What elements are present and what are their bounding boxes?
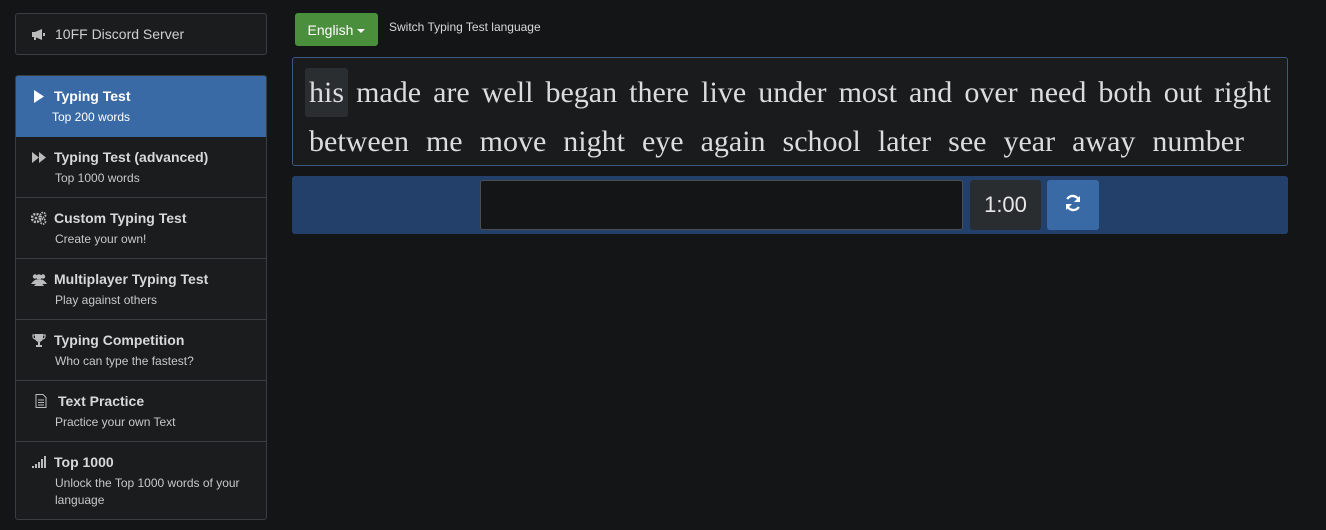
sidebar-item-multiplayer[interactable]: Multiplayer Typing Test Play against oth… <box>16 259 266 320</box>
timer: 1:00 <box>970 180 1041 230</box>
sidebar-item-subtitle: Create your own! <box>55 232 147 246</box>
word: need <box>1029 76 1087 109</box>
sidebar-item-subtitle: Practice your own Text <box>55 415 176 429</box>
sidebar-item-title: Multiplayer Typing Test <box>54 271 209 287</box>
word: live <box>701 76 747 109</box>
word: out <box>1163 76 1203 109</box>
sidebar-item-typing-test-advanced[interactable]: Typing Test (advanced) Top 1000 words <box>16 137 266 198</box>
current-word: his <box>305 68 349 117</box>
sidebar-item-typing-test[interactable]: Typing Test Top 200 words <box>16 76 266 137</box>
sidebar-item-typing-competition[interactable]: Typing Competition Who can type the fast… <box>16 320 266 381</box>
sidebar-item-subtitle: Top 200 words <box>52 110 131 124</box>
discord-server-label: 10FF Discord Server <box>55 26 185 42</box>
input-bar: 1:00 <box>292 176 1288 234</box>
word: well <box>481 76 534 109</box>
play-icon <box>31 89 47 103</box>
sidebar-item-text-practice[interactable]: Text Practice Practice your own Text <box>16 381 266 442</box>
language-dropdown-button[interactable]: English <box>295 13 378 46</box>
sidebar-item-title: Custom Typing Test <box>54 210 187 226</box>
word: me <box>425 125 463 158</box>
word: move <box>479 125 547 158</box>
words-line: his made are well began there live under most and… <box>305 68 1275 117</box>
sidebar-item-subtitle: Unlock the Top 1000 words of your langua… <box>55 476 240 507</box>
word: began <box>545 76 618 109</box>
refresh-icon <box>1063 193 1083 218</box>
gears-icon <box>31 211 47 225</box>
typing-input[interactable] <box>480 180 963 230</box>
words-panel: his made are well began there live under most and… <box>292 57 1288 166</box>
word: see <box>948 125 987 158</box>
word: later <box>877 125 932 158</box>
sidebar-item-subtitle: Play against others <box>55 293 158 307</box>
word: under <box>758 76 827 109</box>
discord-server-link[interactable]: 10FF Discord Server <box>15 13 267 55</box>
word: over <box>964 76 1018 109</box>
word: are <box>433 76 470 109</box>
word: again <box>700 125 766 158</box>
word: away <box>1072 125 1136 158</box>
word: right <box>1214 76 1271 109</box>
sidebar-item-custom-typing-test[interactable]: Custom Typing Test Create your own! <box>16 198 266 259</box>
sidebar-item-title: Typing Test <box>54 88 131 104</box>
word: there <box>629 76 690 109</box>
sidebar-item-subtitle: Top 1000 words <box>55 171 140 185</box>
word: number <box>1152 125 1245 158</box>
sidebar-item-title: Typing Competition <box>54 332 185 348</box>
megaphone-icon <box>31 27 47 41</box>
word: year <box>1003 125 1056 158</box>
sidebar-item-title: Text Practice <box>58 393 145 409</box>
sidebar-item-title: Typing Test (advanced) <box>54 149 209 165</box>
word: school <box>782 125 861 158</box>
word: made <box>356 76 422 109</box>
signal-bars-icon <box>31 455 47 469</box>
words-line: between me move night eye again school later see… <box>305 117 1275 166</box>
reload-button[interactable] <box>1047 180 1099 230</box>
word: eye <box>641 125 684 158</box>
caret-down-icon <box>357 28 366 33</box>
sidebar-item-top-1000[interactable]: Top 1000 Unlock the Top 1000 words of yo… <box>16 442 266 519</box>
fast-forward-icon <box>31 150 47 164</box>
document-icon <box>33 394 49 408</box>
sidebar-item-title: Top 1000 <box>54 454 114 470</box>
word: most <box>838 76 897 109</box>
word: and <box>908 76 953 109</box>
word: between <box>309 125 409 158</box>
language-selected-label: English <box>307 21 354 38</box>
sidebar-item-subtitle: Who can type the fastest? <box>55 354 194 368</box>
word: night <box>563 125 625 158</box>
language-hint: Switch Typing Test language <box>389 20 541 34</box>
word: both <box>1098 76 1152 109</box>
trophy-icon <box>31 333 47 347</box>
sidebar-menu: Typing Test Top 200 words Typing Test (a… <box>15 75 267 520</box>
users-icon <box>31 272 47 286</box>
